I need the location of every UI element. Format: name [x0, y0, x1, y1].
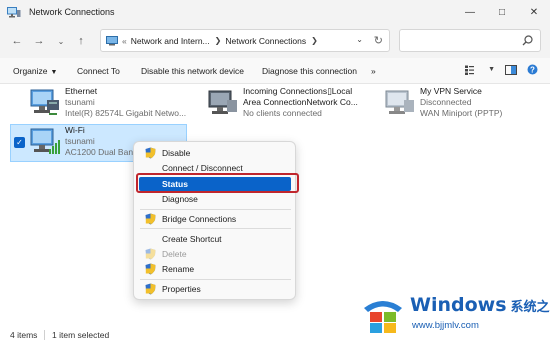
breadcrumb-chevron-icon[interactable]: ❯ — [215, 36, 222, 45]
connection-text: Ethernet tsunami Intel(R) 82574L Gigabit… — [65, 86, 186, 119]
connection-device: AC1200 Dual Band — [65, 147, 138, 157]
menu-item-create-shortcut[interactable]: Create Shortcut — [134, 232, 297, 246]
organize-menu[interactable]: Organize ▼ — [13, 66, 57, 76]
window-controls: — □ ✕ — [454, 0, 550, 24]
connection-status: No clients connected — [243, 108, 322, 118]
connect-to-button[interactable]: Connect To — [77, 66, 120, 76]
context-menu: Disable Connect / Disconnect Status Diag… — [133, 141, 296, 300]
connection-name: Incoming Connections▯Local — [243, 86, 353, 96]
status-highlight-annotation — [136, 173, 299, 193]
vpn-adapter-icon — [385, 90, 414, 114]
view-dropdown-icon[interactable]: ▼ — [488, 66, 495, 73]
connection-name: Wi-Fi — [65, 125, 85, 135]
address-overflow[interactable]: « — [122, 36, 127, 46]
connection-network: tsunami — [65, 97, 95, 107]
watermark: Windows系统之家 www.bjjmlv.com — [360, 290, 550, 340]
incoming-connections-icon — [208, 90, 237, 114]
uac-shield-icon — [145, 248, 156, 260]
menu-separator — [140, 228, 291, 229]
connection-device: WAN Miniport (PPTP) — [420, 108, 503, 118]
refresh-icon[interactable]: ↻ — [374, 34, 383, 47]
breadcrumb-network-internet[interactable]: Network and Intern... — [131, 36, 210, 46]
menu-item-bridge-connections[interactable]: Bridge Connections — [134, 212, 297, 226]
watermark-url: www.bjjmlv.com — [412, 320, 479, 331]
connection-name-continued: Area ConnectionNetwork Co... — [243, 97, 358, 107]
network-connections-icon — [7, 6, 21, 17]
menu-item-label: Connect / Disconnect — [162, 163, 243, 173]
back-arrow-icon[interactable]: ← — [8, 32, 26, 50]
forward-arrow-icon[interactable]: → — [30, 32, 48, 50]
help-icon[interactable]: ? — [527, 64, 538, 75]
connection-network: tsunami — [65, 136, 95, 146]
svg-text:?: ? — [530, 65, 535, 74]
organize-label: Organize — [13, 66, 48, 76]
connection-name: Ethernet — [65, 86, 98, 96]
recent-locations-chevron-icon[interactable]: ⌄ — [52, 32, 70, 50]
search-icon[interactable] — [522, 35, 533, 46]
connection-text: Incoming Connections▯Local Area Connecti… — [243, 86, 358, 119]
menu-item-label: Create Shortcut — [162, 234, 222, 244]
selection-checkbox[interactable]: ✓ — [14, 137, 25, 148]
watermark-brand-text: Windows — [410, 294, 507, 316]
view-options: ▼ ? — [465, 64, 538, 75]
connection-item-incoming[interactable]: Incoming Connections▯Local Area Connecti… — [205, 86, 370, 124]
maximize-button[interactable]: □ — [486, 0, 518, 24]
watermark-brand-cn: 系统之家 — [510, 300, 550, 315]
address-bar[interactable]: « Network and Intern... ❯ Network Connec… — [100, 29, 390, 52]
menu-item-properties[interactable]: Properties — [134, 282, 297, 296]
menu-item-label: Properties — [162, 284, 201, 294]
disable-device-button[interactable]: Disable this network device — [141, 66, 244, 76]
menu-item-disable[interactable]: Disable — [134, 146, 297, 160]
menu-item-label: Diagnose — [162, 194, 198, 204]
connection-item-ethernet[interactable]: Ethernet tsunami Intel(R) 82574L Gigabit… — [27, 86, 187, 124]
window-title: Network Connections — [29, 7, 115, 17]
change-view-icon[interactable] — [465, 65, 478, 75]
wifi-adapter-icon — [30, 128, 60, 154]
menu-item-delete: Delete — [134, 247, 297, 261]
windows-logo-icon — [364, 301, 402, 333]
close-button[interactable]: ✕ — [518, 0, 550, 24]
breadcrumb-network-connections[interactable]: Network Connections — [225, 36, 306, 46]
connection-name: My VPN Service — [420, 86, 482, 96]
connection-text: My VPN Service Disconnected WAN Miniport… — [420, 86, 502, 119]
uac-shield-icon — [145, 283, 156, 295]
preview-pane-icon[interactable] — [505, 64, 517, 75]
menu-separator — [140, 279, 291, 280]
more-commands-button[interactable]: » — [371, 66, 376, 76]
minimize-button[interactable]: — — [454, 0, 486, 24]
menu-item-label: Rename — [162, 264, 195, 274]
ethernet-adapter-icon — [30, 89, 59, 115]
connection-device: Intel(R) 82574L Gigabit Netwo... — [65, 108, 187, 118]
menu-separator — [140, 209, 291, 210]
uac-shield-icon — [145, 213, 156, 225]
connection-item-vpn[interactable]: My VPN Service Disconnected WAN Miniport… — [382, 86, 542, 124]
status-divider — [44, 330, 45, 340]
breadcrumb-chevron-icon[interactable]: ❯ — [311, 36, 318, 45]
item-count: 4 items — [10, 330, 38, 340]
command-bar: Organize ▼ Connect To Disable this networ… — [0, 58, 550, 84]
diagnose-connection-button[interactable]: Diagnose this connection — [262, 66, 357, 76]
menu-item-rename[interactable]: Rename — [134, 262, 297, 276]
menu-item-diagnose[interactable]: Diagnose — [134, 192, 297, 206]
menu-item-label: Disable — [162, 148, 191, 158]
up-arrow-icon[interactable]: ↑ — [72, 32, 90, 50]
connection-text: Wi-Fi tsunami AC1200 Dual Band — [65, 125, 138, 158]
caret-down-icon: ▼ — [50, 69, 58, 76]
control-panel-icon — [106, 35, 118, 45]
search-box[interactable] — [399, 29, 541, 52]
navigation-bar: ← → ⌄ ↑ « Network and Intern... ❯ Networ… — [0, 24, 550, 58]
uac-shield-icon — [145, 263, 156, 275]
menu-item-label: Delete — [162, 249, 187, 259]
uac-shield-icon — [145, 147, 156, 159]
selection-count: 1 item selected — [52, 330, 110, 340]
connection-status: Disconnected — [420, 97, 472, 107]
title-bar: Network Connections — □ ✕ — [0, 0, 550, 24]
address-dropdown-icon[interactable]: ⌄ — [356, 35, 363, 44]
menu-item-label: Bridge Connections — [162, 214, 237, 224]
watermark-brand: Windows系统之家 — [410, 294, 550, 316]
